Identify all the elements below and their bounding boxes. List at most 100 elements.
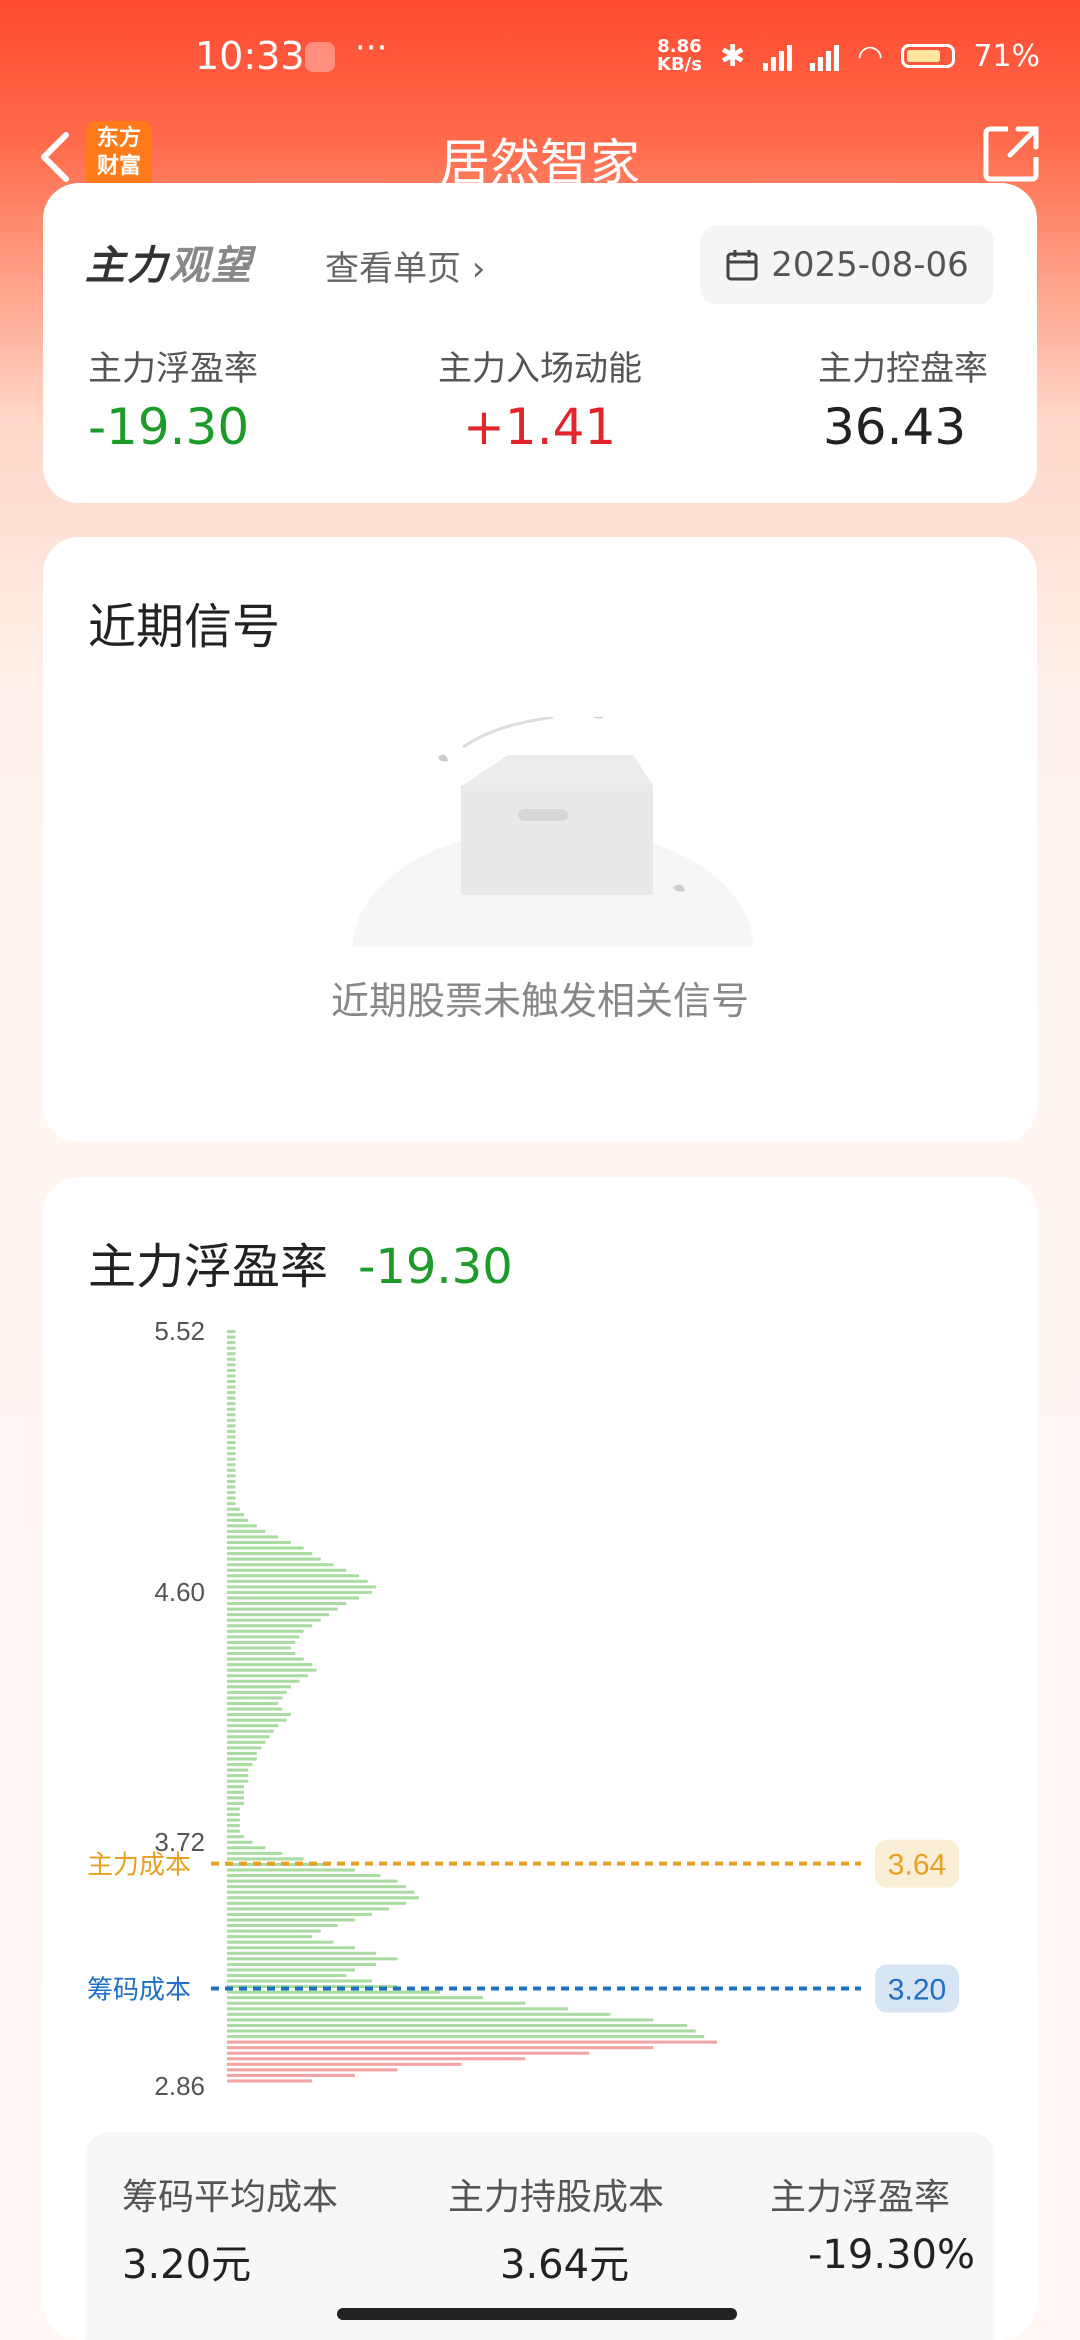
chip-bar	[227, 1979, 372, 1983]
chip-bar	[227, 2073, 355, 2077]
chip-bar	[227, 1529, 266, 1533]
chip-bar	[227, 1613, 330, 1617]
chip-bar	[227, 1696, 283, 1700]
main-force-summary-card: 主力观望 查看单页 › 2025-08-06 主力浮盈率 -19.30 主力入场…	[43, 183, 1037, 503]
network-speed: 8.86 KB/s	[657, 36, 702, 75]
chip-bar	[227, 1341, 236, 1345]
chip-bar	[227, 1402, 236, 1406]
home-indicator[interactable]	[337, 2308, 737, 2320]
view-single-page-link[interactable]: 查看单页 ›	[325, 241, 485, 290]
chip-bar	[227, 1896, 419, 1900]
battery-icon	[901, 44, 956, 68]
chip-bar	[227, 1846, 266, 1850]
chip-bar	[227, 1429, 236, 1433]
chip-bar	[227, 1502, 236, 1506]
chip-bar	[227, 1590, 372, 1594]
chip-bar	[227, 1629, 304, 1633]
chip-bar	[227, 2001, 526, 2005]
chip-bar	[227, 1657, 304, 1661]
chip-bar	[227, 1463, 236, 1467]
recent-signals-card: 近期信号 近期股票未触发相关信号	[43, 537, 1037, 1142]
chip-bar	[227, 1668, 317, 1672]
chip-bar	[227, 1391, 236, 1395]
chip-bar	[227, 1663, 313, 1667]
chip-bar	[227, 1479, 236, 1483]
chip-bar	[227, 1357, 236, 1361]
chip-bar	[227, 1618, 321, 1622]
metric-value-control-rate: 36.43	[823, 398, 967, 456]
chip-bar	[227, 1768, 249, 1772]
chip-bar	[227, 1757, 257, 1761]
chip-bar	[227, 2057, 526, 2061]
chip-bar	[227, 1624, 313, 1628]
reference-line-label: 主力成本	[87, 1851, 191, 1881]
chip-bar	[227, 1330, 236, 1334]
chip-bar	[227, 2068, 398, 2072]
chip-bar	[227, 1990, 441, 1994]
chip-bar	[227, 1468, 236, 1472]
main-force-holding-cost-value: 3.64元	[500, 2242, 630, 2288]
selected-date: 2025-08-06	[771, 245, 969, 285]
chip-bar	[227, 1607, 338, 1611]
chip-bar	[227, 1951, 377, 1955]
chip-bar	[227, 1879, 398, 1883]
chip-bar	[227, 1707, 283, 1711]
chip-bar	[227, 1996, 483, 2000]
chip-bar	[227, 2051, 590, 2055]
chip-bar	[227, 1524, 257, 1528]
chip-bar	[227, 1929, 321, 1933]
chip-bar	[227, 1385, 236, 1389]
chip-bar	[227, 1962, 377, 1966]
wechat-notification-icon	[305, 42, 335, 72]
y-tick-label: 2.86	[154, 2071, 205, 2101]
chip-bar	[227, 1446, 236, 1450]
chip-bar	[227, 1724, 279, 1728]
empty-state-message: 近期股票未触发相关信号	[330, 979, 749, 1023]
chip-bar	[227, 1363, 236, 1367]
chip-bar	[227, 1374, 236, 1378]
chip-bar	[227, 1685, 291, 1689]
chip-bar	[227, 1452, 236, 1456]
chip-bar	[227, 2029, 696, 2033]
signal-sim1-icon	[763, 41, 793, 71]
chip-bar	[227, 1763, 253, 1767]
chip-bar	[227, 1774, 249, 1778]
share-icon[interactable]	[982, 123, 1042, 183]
chip-bar	[227, 1513, 245, 1517]
chip-bar	[227, 1840, 253, 1844]
chip-bar	[227, 1818, 240, 1822]
chip-bar	[227, 1857, 304, 1861]
chip-bar	[227, 1835, 245, 1839]
chip-bar	[227, 1346, 236, 1350]
chip-bar	[227, 1674, 308, 1678]
chip-bar	[227, 2040, 717, 2044]
chip-bar	[227, 1585, 377, 1589]
chip-bar	[227, 1713, 291, 1717]
chip-bar	[227, 1729, 274, 1733]
metric-value-profit-rate: -19.30	[88, 398, 250, 456]
chip-bar	[227, 1874, 381, 1878]
chip-bar	[227, 1679, 300, 1683]
chip-bar	[227, 1485, 236, 1489]
chip-bar	[227, 1968, 355, 1972]
chip-bar	[227, 1946, 355, 1950]
chip-bar	[227, 2079, 313, 2083]
main-force-profit-rate-value: -19.30%	[808, 2232, 975, 2278]
chip-bar	[227, 1829, 240, 1833]
chip-bar	[227, 1851, 283, 1855]
reference-value-label: 3.64	[888, 1849, 946, 1882]
chip-bar	[227, 1474, 236, 1478]
date-picker[interactable]: 2025-08-06	[700, 226, 994, 304]
chip-bar	[227, 1546, 304, 1550]
chip-bar	[227, 1973, 347, 1978]
chip-bar	[227, 2023, 688, 2027]
chip-bar	[227, 1940, 334, 1944]
recent-signals-title: 近期信号	[88, 599, 281, 655]
chip-bar	[227, 1796, 245, 1800]
signal-sim2-icon	[810, 41, 840, 71]
chip-bar	[227, 2035, 705, 2039]
chip-bar	[227, 1596, 360, 1600]
chip-bar	[227, 1418, 236, 1422]
chip-bar	[227, 1457, 236, 1461]
chip-bar	[227, 1812, 240, 1817]
